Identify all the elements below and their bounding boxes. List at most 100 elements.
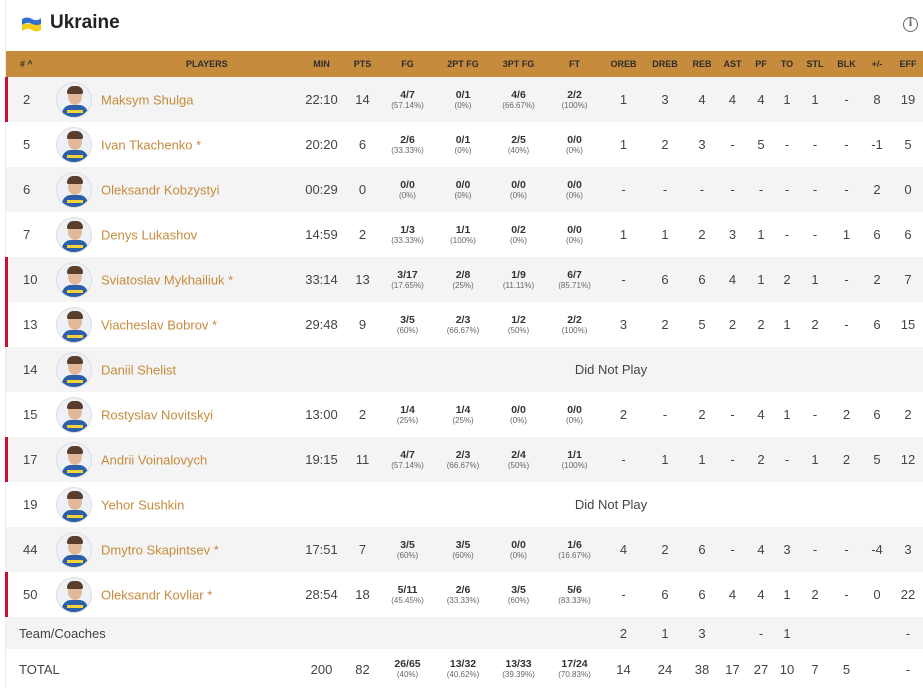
pf-value: 4: [757, 92, 765, 107]
stl-value: 1: [811, 452, 819, 467]
ft-made-attempted: 0/0: [567, 178, 582, 191]
player-name-link[interactable]: Oleksandr Kovliar *: [101, 587, 212, 602]
fg2-made-attempted: 1/1: [455, 223, 471, 236]
ft-percentage: (85.71%): [558, 280, 591, 290]
fg3-cell: 0/0 (0%): [491, 527, 546, 572]
fg2-made-attempted: 0/1: [455, 133, 471, 146]
player-name-link[interactable]: Andrii Voinalovych: [101, 452, 207, 467]
player-row[interactable]: 13 Viacheslav Bobrov * 29:48 9 3/5 (60%) 2/3 (6…: [5, 302, 923, 347]
fg2-made-attempted: 2/8: [455, 268, 471, 281]
fg3-cell: 2/4 (50%): [491, 437, 546, 482]
info-icon[interactable]: i: [903, 17, 918, 32]
jersey-number: 17: [5, 437, 48, 482]
fg-percentage: (0%): [399, 190, 416, 200]
player-row[interactable]: 10 Sviatoslav Mykhailiuk * 33:14 13 3/17 (17.…: [5, 257, 923, 302]
fg-percentage: (33.33%): [391, 145, 424, 155]
fg2-cell: 0/1 (0%): [435, 122, 491, 167]
pf-value: 4: [757, 542, 765, 557]
column-header-blk[interactable]: BLK: [831, 51, 862, 77]
eff-value: -: [905, 625, 911, 641]
fg3-percentage: (60%): [507, 595, 530, 605]
fg2-made-attempted: 1/4: [455, 403, 471, 416]
column-header-ft[interactable]: FT: [546, 51, 603, 77]
column-header-oreb[interactable]: OREB: [603, 51, 644, 77]
player-avatar: [56, 441, 92, 478]
blk-value: -: [844, 587, 849, 602]
ft-made-attempted: 6/7: [567, 268, 582, 281]
player-name-link[interactable]: Denys Lukashov: [101, 227, 197, 242]
player-cell: Oleksandr Kovliar *: [48, 572, 298, 617]
minutes: 33:14: [305, 272, 338, 287]
player-name-link[interactable]: Yehor Sushkin: [101, 497, 184, 512]
fg3-percentage: (0%): [510, 235, 527, 245]
player-row[interactable]: 5 Ivan Tkachenko * 20:20 6 2/6 (33.33%) 0/1 (0%…: [6, 122, 923, 167]
player-row[interactable]: 44 Dmytro Skapintsev * 17:51 7 3/5 (60%) 3/5 (6…: [6, 527, 923, 572]
blk-value: -: [844, 317, 849, 332]
column-header-pf[interactable]: PF: [747, 51, 775, 77]
column-header-pts[interactable]: PTS: [345, 51, 380, 77]
ft-percentage: (100%): [561, 460, 588, 470]
column-header-ast[interactable]: AST: [718, 51, 747, 77]
fg-made-attempted: 3/17: [397, 268, 418, 281]
ft-made-attempted: 2/2: [567, 88, 582, 101]
dreb-value: 2: [661, 137, 669, 152]
fg2-percentage: (100%): [450, 235, 476, 245]
fg-made-attempted: 0/0: [400, 178, 415, 191]
column-header-dreb[interactable]: DREB: [644, 51, 686, 77]
to-value: -: [784, 182, 790, 197]
boxscore-card: Ukraine i # ^ PLAYERS MIN PTS FG 2PT FG 3PT FG…: [5, 0, 923, 689]
column-header-2pt-fg[interactable]: 2PT FG: [435, 51, 491, 77]
minutes: 20:20: [305, 137, 338, 152]
column-header--[interactable]: +/-: [862, 51, 892, 77]
minutes: 17:51: [305, 542, 338, 557]
column-header-3pt-fg[interactable]: 3PT FG: [491, 51, 546, 77]
column-header-to[interactable]: TO: [775, 51, 799, 77]
column-header-players[interactable]: PLAYERS: [48, 51, 298, 77]
blk-value: -: [844, 272, 849, 287]
column-header-min[interactable]: MIN: [298, 51, 345, 77]
player-name-link[interactable]: Viacheslav Bobrov *: [101, 317, 217, 332]
player-name-link[interactable]: Dmytro Skapintsev *: [101, 542, 219, 557]
player-name-link[interactable]: Oleksandr Kobzystyi: [101, 182, 220, 197]
column-header-stl[interactable]: STL: [799, 51, 831, 77]
stl-value: 1: [811, 272, 819, 287]
fg-cell: 2/6 (33.33%): [380, 122, 435, 167]
player-row[interactable]: 2 Maksym Shulga 22:10 14 4/7 (57.14%) 0/1 (0%) 4…: [5, 77, 923, 122]
player-name-link[interactable]: Ivan Tkachenko *: [101, 137, 201, 152]
jersey-number: 7: [23, 227, 31, 242]
pf-value: 1: [757, 272, 765, 287]
blk-value: [831, 617, 862, 649]
dreb-value: 2: [661, 317, 669, 332]
reb-value: -: [699, 182, 705, 197]
fg2-made-attempted: 13/32: [449, 658, 477, 670]
player-name-link[interactable]: Maksym Shulga: [101, 92, 193, 107]
ft-percentage: (83.33%): [558, 595, 591, 605]
player-row[interactable]: 6 Oleksandr Kobzystyi 00:29 0 0/0 (0%) 0/0 (0%)…: [6, 167, 923, 212]
stl-value: 7: [811, 661, 819, 677]
player-name-link[interactable]: Daniil Shelist: [101, 362, 176, 377]
fg-cell: 3/5 (60%): [380, 302, 435, 347]
fg3-made-attempted: 1/2: [511, 313, 526, 326]
column-header-reb[interactable]: REB: [686, 51, 718, 77]
fg2-made-attempted: 3/5: [455, 538, 471, 551]
fg-made-attempted: 26/65: [394, 658, 421, 670]
column-header-fg[interactable]: FG: [380, 51, 435, 77]
fg-made-attempted: 3/5: [400, 313, 415, 326]
to-value: 1: [783, 92, 791, 107]
player-row[interactable]: 7 Denys Lukashov 14:59 2 1/3 (33.33%) 1/1 (100%…: [6, 212, 923, 257]
pm-value: 8: [873, 92, 881, 107]
player-row[interactable]: 50 Oleksandr Kovliar * 28:54 18 5/11 (45.45%)…: [5, 572, 923, 617]
team-coaches-row: Team/Coaches 2 1 3 - 1 -: [6, 617, 923, 649]
fg3-percentage: (39.39%): [502, 670, 535, 679]
blk-value: -: [844, 542, 849, 557]
pf-value: -: [758, 182, 764, 197]
column-header-eff[interactable]: EFF: [892, 51, 923, 77]
player-row[interactable]: 19 Yehor Sushkin Did Not Play: [6, 482, 923, 527]
player-name-link[interactable]: Rostyslav Novitskyi: [101, 407, 213, 422]
fg3-made-attempted: 0/2: [511, 223, 526, 236]
player-row[interactable]: 17 Andrii Voinalovych 19:15 11 4/7 (57.14%) 2/…: [5, 437, 923, 482]
player-row[interactable]: 14 Daniil Shelist Did Not Play: [6, 347, 923, 392]
column-header--[interactable]: # ^: [6, 51, 48, 77]
player-row[interactable]: 15 Rostyslav Novitskyi 13:00 2 1/4 (25%) 1/4 (2…: [6, 392, 923, 437]
player-name-link[interactable]: Sviatoslav Mykhailiuk *: [101, 272, 233, 287]
